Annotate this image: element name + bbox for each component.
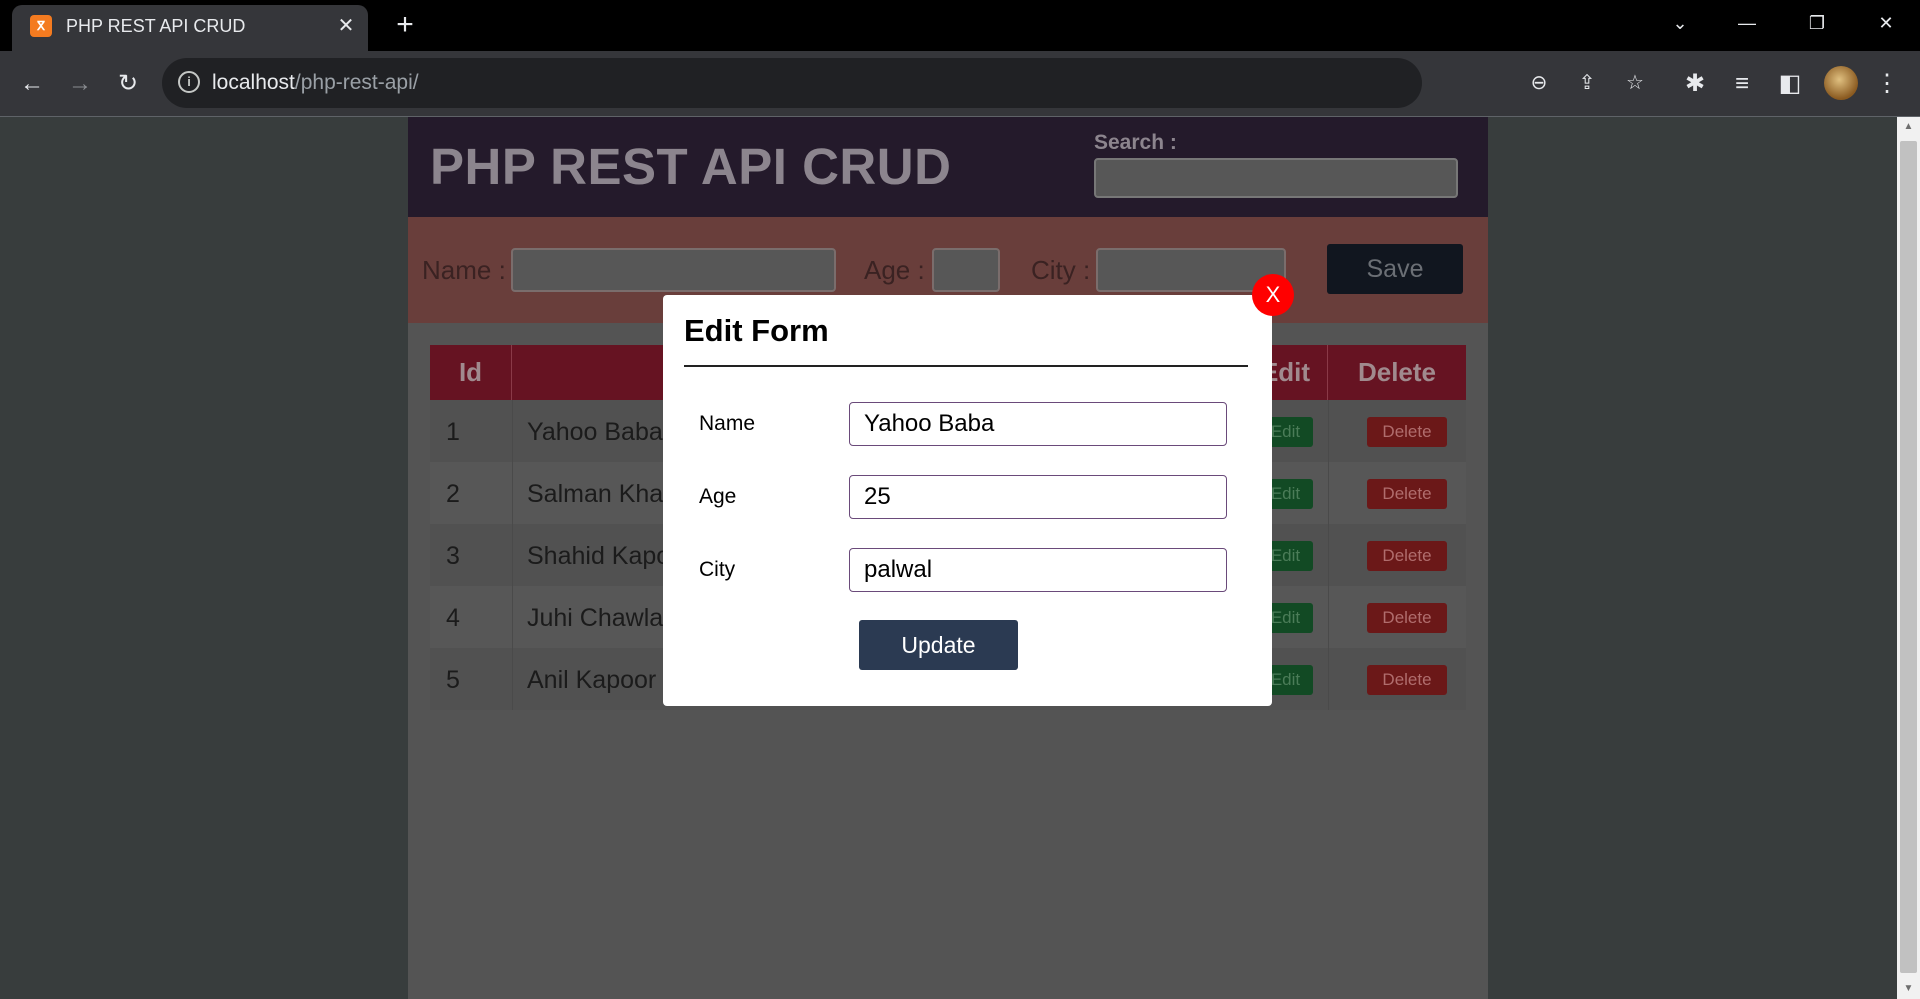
row-delete-button[interactable]: Delete: [1367, 417, 1447, 447]
header-id: Id: [430, 345, 512, 400]
column-divider: [1328, 648, 1329, 710]
row-name: Anil Kapoor: [527, 666, 657, 694]
row-id: 4: [446, 604, 460, 632]
site-info-icon[interactable]: i: [178, 71, 200, 93]
row-id: 1: [446, 418, 460, 446]
column-divider: [1328, 586, 1329, 648]
city-label: City :: [1031, 255, 1091, 285]
share-icon[interactable]: ⇪: [1572, 68, 1602, 98]
restore-icon[interactable]: ❐: [1797, 8, 1837, 38]
tab-close-icon[interactable]: ✕: [334, 14, 358, 38]
row-delete-button[interactable]: Delete: [1367, 479, 1447, 509]
app-header: PHP REST API CRUD Search :: [408, 117, 1488, 217]
kebab-menu-icon[interactable]: ⋮: [1870, 67, 1904, 101]
column-divider: [1328, 462, 1329, 524]
column-divider: [1328, 524, 1329, 586]
forward-icon[interactable]: →: [63, 67, 97, 101]
tab-title: PHP REST API CRUD: [66, 16, 246, 36]
reload-icon[interactable]: ↻: [111, 67, 145, 101]
row-delete-button[interactable]: Delete: [1367, 541, 1447, 571]
edit-age-input[interactable]: 25: [849, 475, 1227, 519]
browser-toolbar: ← → ↻ i localhost/php-rest-api/ ⊖ ⇪ ☆ ✱ …: [0, 51, 1920, 117]
column-divider: [512, 586, 513, 648]
column-divider: [512, 524, 513, 586]
row-id: 3: [446, 542, 460, 570]
scroll-up-icon[interactable]: ▲: [1897, 117, 1920, 137]
page-scrollbar[interactable]: ▲ ▼: [1897, 117, 1920, 999]
url-text[interactable]: localhost/php-rest-api/: [212, 71, 419, 95]
star-icon[interactable]: ☆: [1620, 68, 1650, 98]
search-input[interactable]: [1094, 158, 1458, 198]
zoom-out-icon[interactable]: ⊖: [1524, 68, 1554, 98]
minimize-icon[interactable]: —: [1727, 8, 1767, 38]
row-name: Salman Khan: [527, 480, 678, 508]
row-id: 2: [446, 480, 460, 508]
column-divider: [512, 648, 513, 710]
new-tab-icon[interactable]: +: [390, 10, 420, 40]
modal-title: Edit Form: [684, 313, 829, 348]
url-path: /php-rest-api/: [294, 71, 419, 94]
row-delete-button[interactable]: Delete: [1367, 603, 1447, 633]
edit-age-label: Age: [699, 485, 737, 508]
edit-name-label: Name: [699, 412, 756, 435]
column-divider: [512, 400, 513, 462]
address-bar[interactable]: i localhost/php-rest-api/ ⊖ ⇪ ☆: [162, 58, 1644, 108]
edit-modal: Edit Form X Name Yahoo Baba Age 25 City …: [663, 274, 1294, 706]
xampp-favicon-icon: ⴳ: [30, 15, 52, 37]
scroll-thumb[interactable]: [1900, 141, 1917, 973]
edit-city-label: City: [699, 558, 736, 581]
window-close-icon[interactable]: ✕: [1866, 8, 1906, 38]
row-delete-button[interactable]: Delete: [1367, 665, 1447, 695]
column-divider: [1328, 400, 1329, 462]
row-name: Juhi Chawla: [527, 604, 664, 632]
edit-name-input[interactable]: Yahoo Baba: [849, 402, 1227, 446]
browser-tab[interactable]: ⴳ PHP REST API CRUD ✕: [12, 5, 368, 51]
modal-divider: [684, 365, 1248, 367]
tab-search-icon[interactable]: ⌄: [1660, 8, 1700, 38]
name-input[interactable]: [511, 248, 836, 292]
url-host: localhost: [212, 71, 295, 94]
row-id: 5: [446, 666, 460, 694]
name-label: Name :: [422, 255, 506, 285]
side-panel-icon[interactable]: ◧: [1773, 67, 1807, 101]
scroll-down-icon[interactable]: ▼: [1897, 979, 1920, 999]
save-button[interactable]: Save: [1327, 244, 1463, 294]
row-name: Yahoo Baba: [527, 418, 663, 446]
search-label: Search :: [1094, 131, 1177, 154]
modal-close-button[interactable]: X: [1252, 274, 1294, 316]
header-delete: Delete: [1357, 357, 1437, 387]
update-button[interactable]: Update: [859, 620, 1018, 670]
profile-avatar[interactable]: [1824, 66, 1858, 100]
column-divider: [512, 462, 513, 524]
page-title: PHP REST API CRUD: [430, 138, 952, 195]
back-icon[interactable]: ←: [15, 67, 49, 101]
age-input[interactable]: [932, 248, 1000, 292]
age-label: Age :: [864, 255, 925, 285]
puzzle-icon[interactable]: ✱: [1678, 67, 1712, 101]
browser-titlebar: ⴳ PHP REST API CRUD ✕ + ⌄ — ❐ ✕: [0, 0, 1920, 51]
edit-city-input[interactable]: palwal: [849, 548, 1227, 592]
media-queue-icon[interactable]: ≡: [1725, 67, 1759, 101]
